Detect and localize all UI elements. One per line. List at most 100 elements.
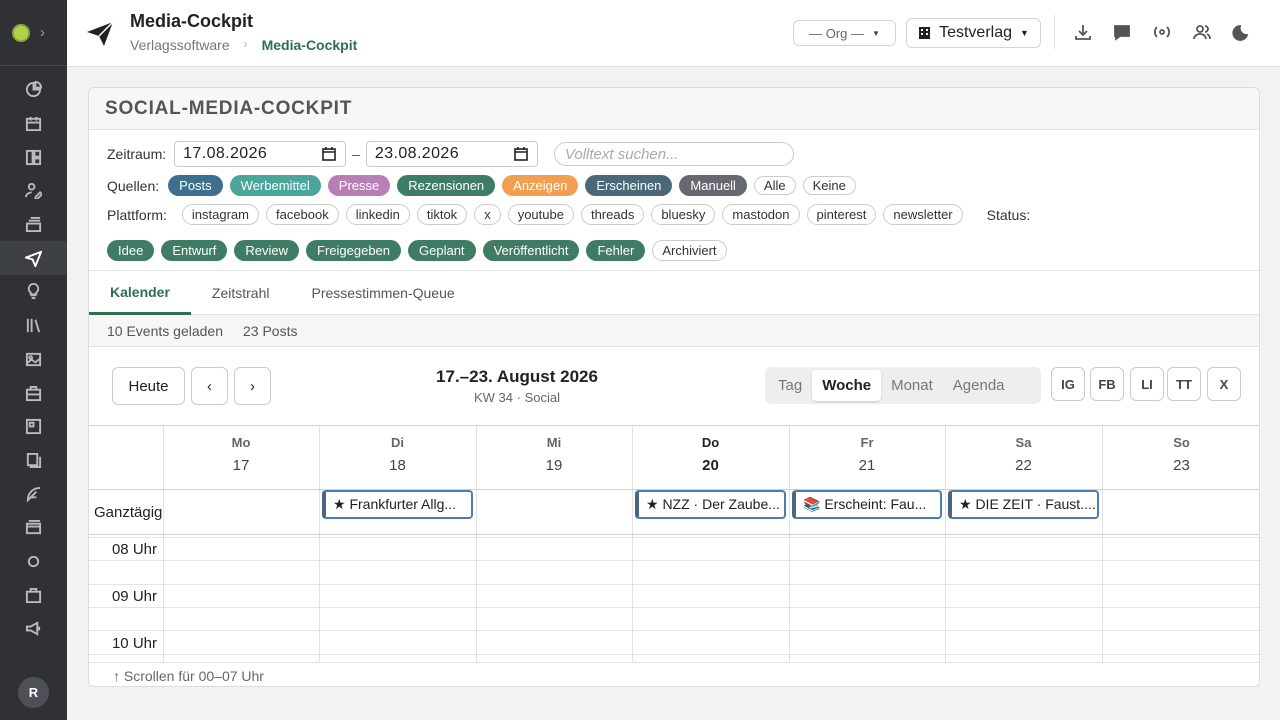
date-from-input[interactable]: 17.08.2026	[174, 141, 347, 167]
plattform-chip-tiktok[interactable]: tiktok	[416, 204, 468, 225]
tab-zeitstrahl[interactable]: Zeitstrahl	[191, 271, 291, 315]
hour-line	[89, 654, 1259, 655]
day-header[interactable]: Sa 22	[945, 426, 1102, 490]
plattform-chip-mastodon[interactable]: mastodon	[722, 204, 800, 225]
sidebar-item-image[interactable]	[0, 343, 67, 377]
status-chip[interactable]: Review	[234, 240, 300, 261]
plattform-chip-newsletter[interactable]: newsletter	[883, 204, 963, 225]
day-header[interactable]: Do 20	[632, 426, 789, 490]
plattform-chip-x[interactable]: x	[474, 204, 501, 225]
plattform-chip-linkedin[interactable]: linkedin	[345, 204, 410, 225]
sidebar-item-feather[interactable]	[0, 477, 67, 511]
sidebar-item-suitcase[interactable]	[0, 578, 67, 612]
quelle-chip[interactable]: Manuell	[679, 175, 747, 196]
sidebar-item-circle[interactable]	[0, 545, 67, 579]
day-date: 21	[858, 457, 876, 474]
sidebar-item-inbox[interactable]	[0, 208, 67, 242]
quelle-chip[interactable]: Erscheinen	[585, 175, 673, 196]
status-chip[interactable]: Veröffentlicht	[482, 240, 580, 261]
sidebar-item-card[interactable]	[0, 511, 67, 545]
day-header[interactable]: Mo 17	[163, 426, 319, 490]
sidebar-item-paper-plane[interactable]	[0, 241, 67, 276]
avatar[interactable]: R	[18, 677, 49, 708]
day-date: 22	[1015, 457, 1032, 474]
search-input[interactable]: Volltext suchen...	[553, 142, 794, 166]
feather-icon	[26, 486, 41, 503]
plattform-row: Plattform: instagram facebook linkedin tikt…	[107, 204, 1030, 225]
building-icon	[919, 27, 931, 39]
sidebar-item-megaphone[interactable]	[0, 612, 67, 646]
breadcrumb-item-verlagssoftware[interactable]: Verlagssoftware	[130, 37, 230, 53]
chevron-right-icon[interactable]: ›	[40, 24, 45, 41]
status-chip[interactable]: Geplant	[408, 240, 476, 261]
status-chip[interactable]: Entwurf	[161, 240, 228, 261]
platform-filter-ig[interactable]: IG	[1051, 367, 1085, 401]
sidebar-item-briefcase[interactable]	[0, 376, 67, 410]
allday-event[interactable]: ★ NZZ · Der Zaube...	[635, 490, 786, 519]
users-button[interactable]	[1192, 22, 1214, 44]
plattform-chip-facebook[interactable]: facebook	[265, 204, 339, 225]
platform-filter-li[interactable]: LI	[1130, 367, 1164, 401]
sidebar-item-book[interactable]	[0, 444, 67, 478]
status-chip[interactable]: Freigegeben	[306, 240, 402, 261]
cockpit-title: SOCIAL-MEDIA-COCKPIT	[89, 88, 1259, 130]
sidebar-item-lightbulb[interactable]	[0, 275, 67, 309]
day-header[interactable]: Mi 19	[476, 426, 632, 490]
tab-pressestimmen-queue[interactable]: Pressestimmen-Queue	[291, 271, 476, 315]
app-logo-icon[interactable]	[12, 23, 30, 42]
allday-event[interactable]: ★ DIE ZEIT · Faust....	[948, 490, 1099, 519]
sidebar-item-panel[interactable]	[0, 410, 67, 444]
quellen-all-button[interactable]: Alle	[753, 176, 796, 195]
status-chip[interactable]: Fehler	[586, 240, 646, 261]
breadcrumb-item-current[interactable]: Media-Cockpit	[262, 37, 358, 53]
verlag-select[interactable]: Testverlag ▼	[906, 18, 1041, 48]
allday-event[interactable]: 📚 Erscheint: Fau...	[792, 490, 942, 519]
quelle-chip[interactable]: Werbemittel	[229, 175, 321, 196]
sidebar-item-pie-chart[interactable]	[0, 73, 67, 107]
platform-filter-tt[interactable]: TT	[1167, 367, 1201, 401]
quelle-chip[interactable]: Presse	[327, 175, 391, 196]
chat-button[interactable]	[1112, 22, 1134, 44]
sync-button[interactable]	[1152, 22, 1174, 44]
status-chip[interactable]: Archiviert	[652, 240, 727, 261]
download-button[interactable]	[1073, 22, 1095, 44]
view-woche[interactable]: Woche	[812, 370, 882, 401]
plattform-chip-bluesky[interactable]: bluesky	[651, 204, 716, 225]
users-icon	[1193, 25, 1211, 40]
calendar-icon[interactable]	[321, 146, 337, 162]
view-agenda[interactable]: Agenda	[943, 370, 1015, 401]
date-to-input[interactable]: 23.08.2026	[365, 141, 538, 167]
sidebar-item-calendar[interactable]	[0, 107, 67, 141]
broadcast-icon	[1154, 26, 1170, 38]
quellen-none-button[interactable]: Keine	[802, 176, 856, 195]
view-tag[interactable]: Tag	[768, 370, 812, 401]
platform-filter-x[interactable]: X	[1207, 367, 1241, 401]
view-monat[interactable]: Monat	[881, 370, 943, 401]
sidebar-item-user-edit[interactable]	[0, 174, 67, 208]
allday-label: Ganztägig	[94, 504, 163, 521]
calendar-icon[interactable]	[513, 146, 529, 162]
tab-kalender[interactable]: Kalender	[89, 271, 191, 315]
sidebar-item-layout[interactable]	[0, 140, 67, 174]
status-chip[interactable]: Idee	[107, 240, 155, 261]
quelle-chip[interactable]: Posts	[168, 175, 223, 196]
plattform-chip-pinterest[interactable]: pinterest	[806, 204, 877, 225]
org-select[interactable]: — Org — ▼	[793, 20, 896, 46]
suitcase-icon	[25, 587, 42, 603]
plattform-chip-instagram[interactable]: instagram	[181, 204, 259, 225]
sidebar-item-library[interactable]	[0, 309, 67, 343]
allday-event[interactable]: ★ Frankfurter Allg...	[322, 490, 473, 519]
quelle-chip[interactable]: Anzeigen	[502, 175, 579, 196]
quelle-chip[interactable]: Rezensionen	[397, 175, 496, 196]
pie-chart-icon	[25, 81, 42, 98]
status-row: Idee Entwurf Review Freigegeben Geplant Veröf…	[107, 240, 734, 261]
platform-filter-fb[interactable]: FB	[1090, 367, 1124, 401]
hour-label: 10 Uhr	[111, 635, 157, 652]
plattform-chip-youtube[interactable]: youtube	[507, 204, 574, 225]
status-label: Status:	[986, 206, 1031, 223]
dark-mode-button[interactable]	[1232, 22, 1254, 44]
day-header[interactable]: So 23	[1102, 426, 1259, 490]
day-header[interactable]: Fr 21	[789, 426, 945, 490]
day-header[interactable]: Di 18	[319, 426, 476, 490]
plattform-chip-threads[interactable]: threads	[580, 204, 645, 225]
